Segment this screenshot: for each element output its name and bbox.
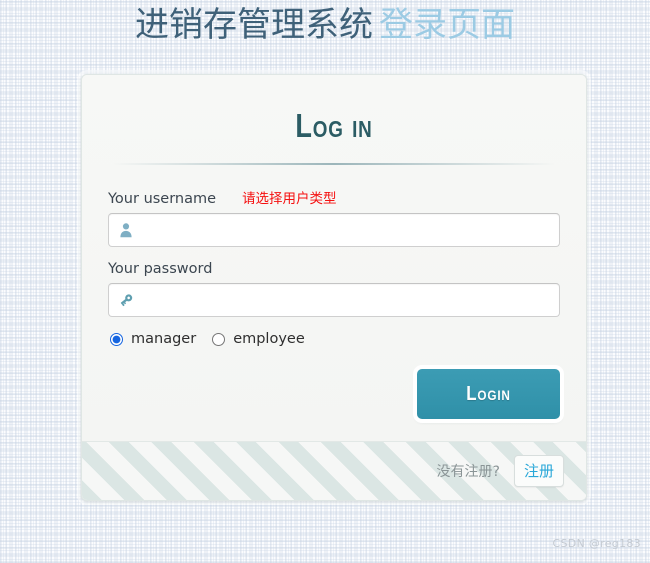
user-type-radio-group: manager employee xyxy=(110,331,560,347)
login-heading: Log in xyxy=(295,107,373,144)
heading-divider xyxy=(112,163,556,165)
radio-employee[interactable] xyxy=(212,332,226,346)
username-input-wrap xyxy=(108,213,560,247)
login-card: Log in Your username 请选择用户类型 Your passwo… xyxy=(81,74,587,501)
radio-employee-label[interactable]: employee xyxy=(233,331,305,347)
login-button-label: Login xyxy=(466,382,511,405)
register-prompt: 没有注册? xyxy=(436,464,500,480)
watermark: CSDN @reg183 xyxy=(552,537,641,550)
username-label: Your username xyxy=(108,191,217,207)
password-label: Your password xyxy=(108,261,213,277)
username-label-row: Your username 请选择用户类型 xyxy=(108,187,560,207)
radio-manager-label[interactable]: manager xyxy=(131,331,196,347)
password-input-wrap xyxy=(108,283,560,317)
page-title-main: 进销存管理系统 xyxy=(135,5,373,45)
card-footer: 没有注册? 注册 xyxy=(82,441,586,500)
page-title-sub: 登录页面 xyxy=(379,5,515,45)
password-input[interactable] xyxy=(108,283,560,317)
password-label-row: Your password xyxy=(108,261,560,277)
register-button[interactable]: 注册 xyxy=(513,455,564,487)
login-card-body: Log in Your username 请选择用户类型 Your passwo… xyxy=(82,75,586,441)
page-title: 进销存管理系统 登录页面 xyxy=(0,0,650,42)
radio-manager[interactable] xyxy=(110,332,123,346)
user-type-error-message: 请选择用户类型 xyxy=(242,191,337,207)
login-button[interactable]: Login xyxy=(417,369,560,419)
username-input[interactable] xyxy=(108,213,560,247)
submit-row: Login xyxy=(108,369,560,419)
